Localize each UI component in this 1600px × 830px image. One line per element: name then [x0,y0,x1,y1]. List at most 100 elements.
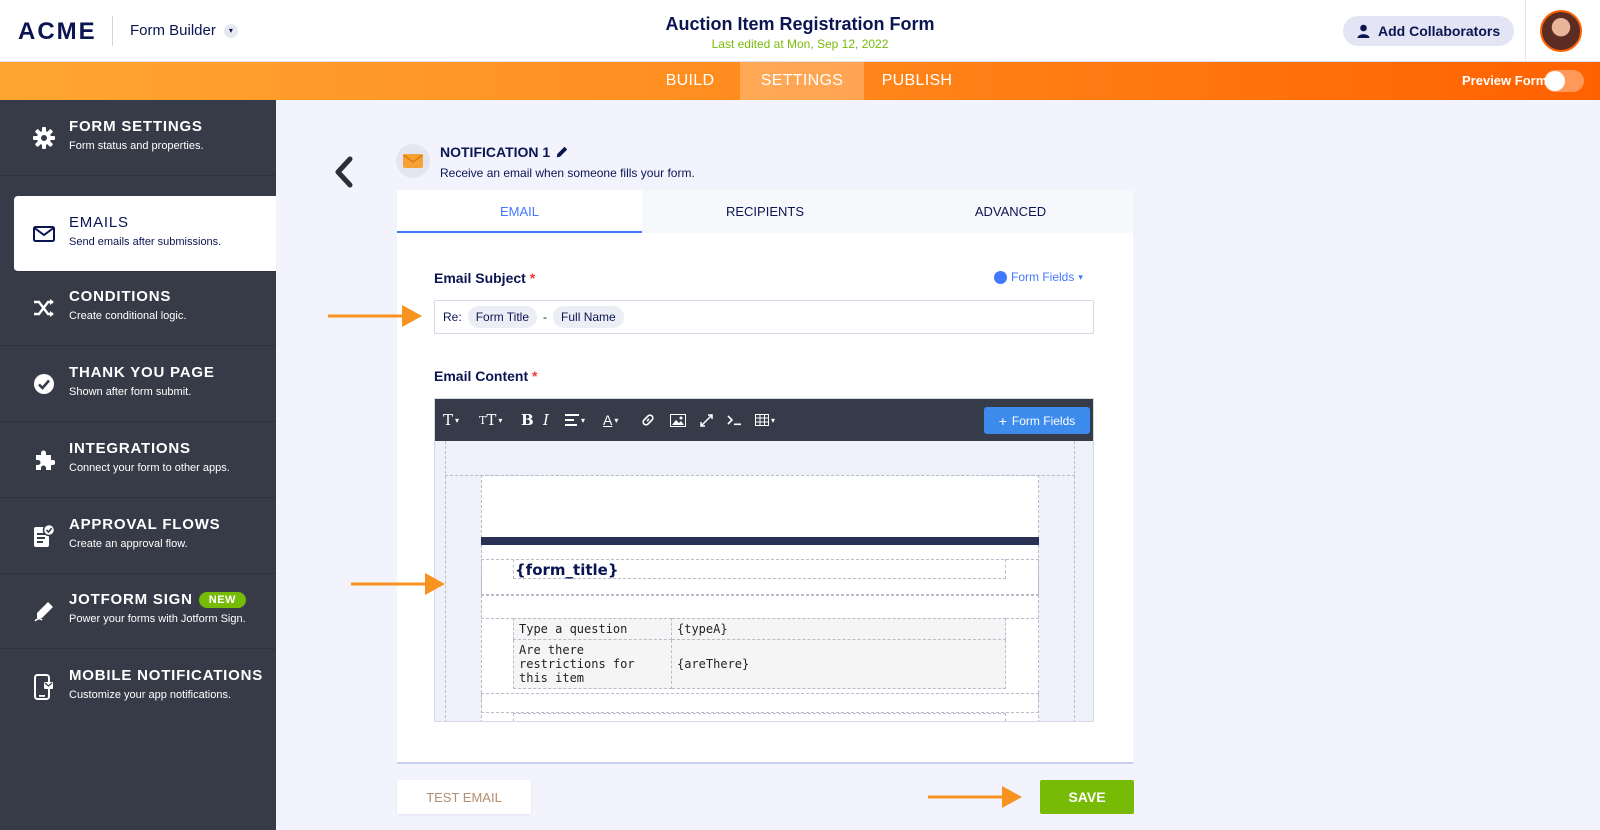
notification-icon [396,144,430,178]
answer-cell[interactable]: {typeA} [671,618,1006,640]
italic-button[interactable]: I [543,410,549,430]
annotation-arrow-icon [928,786,1022,808]
approval-icon [32,524,56,548]
bold-button[interactable]: B [521,410,534,430]
editor-form-fields-button[interactable]: + Form Fields [984,407,1090,434]
tab-recipients[interactable]: RECIPIENTS [642,190,888,233]
sidebar-item-title: EMAILS [69,214,129,231]
avatar-container [1525,0,1600,62]
mobile-icon [32,674,56,700]
image-button[interactable] [670,410,686,430]
form-fields-icon [994,270,1007,284]
nav-tab-settings[interactable]: SETTINGS [740,62,864,100]
table-row: Are there restrictions for this item {ar… [513,639,1006,689]
required-asterisk: * [532,368,538,384]
template-guide [481,693,1039,713]
subject-prefix: Re: [443,310,462,324]
submission-table[interactable]: Type a question {typeA} Are there restri… [513,618,1006,689]
expand-icon [700,413,713,427]
email-content-editor[interactable]: T ▾ T T ▾ B I ▾ A ▾ ▾ + Form Fields {for… [434,398,1094,722]
sidebar-item-conditions[interactable]: CONDITIONS Create conditional logic. [0,270,276,346]
subject-form-fields-dropdown[interactable]: Form Fields ▾ [994,270,1083,284]
subject-tag-full-name[interactable]: Full Name [553,306,624,328]
notification-title[interactable]: NOTIFICATION 1 [440,144,568,160]
sidebar-item-subtitle: Customize your app notifications. [69,689,232,701]
table-button[interactable]: ▾ [755,410,775,430]
align-button[interactable]: ▾ [565,410,585,430]
sidebar-item-title: APPROVAL FLOWS [69,516,221,533]
sidebar-item-form-settings[interactable]: FORM SETTINGS Form status and properties… [0,100,276,176]
add-collaborators-button[interactable]: Add Collaborators [1343,16,1515,46]
user-icon [1357,24,1370,38]
envelope-icon [403,154,423,168]
settings-sidebar: FORM SETTINGS Form status and properties… [0,100,276,830]
subject-separator: - [543,310,548,324]
pencil-icon[interactable] [556,146,568,158]
check-circle-icon [32,372,56,396]
sidebar-item-integrations[interactable]: INTEGRATIONS Connect your form to other … [0,422,276,498]
sidebar-item-subtitle: Connect your form to other apps. [69,462,230,474]
text-color-button[interactable]: A ▾ [603,410,618,430]
template-header-bar [481,537,1039,545]
sidebar-item-title: FORM SETTINGS [69,118,203,135]
email-subject-input[interactable]: Re: Form Title - Full Name [434,300,1094,334]
email-tabs: EMAIL RECIPIENTS ADVANCED [397,190,1133,233]
sidebar-item-jotform-sign[interactable]: JOTFORM SIGN NEW Power your forms with Jo… [0,573,276,649]
sidebar-item-emails[interactable]: EMAILS Send emails after submissions. [14,196,276,272]
text-style-button[interactable]: T ▾ [443,410,459,430]
code-button[interactable] [727,410,742,430]
tab-email[interactable]: EMAIL [397,190,642,233]
sidebar-item-title: CONDITIONS [69,288,172,305]
template-guide [513,713,1006,721]
chevron-left-icon [335,156,353,188]
editor-toolbar: T ▾ T T ▾ B I ▾ A ▾ ▾ + Form Fields [435,399,1093,441]
image-icon [670,413,686,427]
nav-tab-build[interactable]: BUILD [640,62,740,100]
avatar[interactable] [1540,10,1582,52]
fullscreen-button[interactable] [700,410,713,430]
plus-icon: + [998,412,1007,429]
sidebar-item-title: JOTFORM SIGN NEW [69,591,246,608]
sidebar-item-mobile-notifications[interactable]: MOBILE NOTIFICATIONS Customize your app … [0,649,276,725]
email-settings-card: EMAIL RECIPIENTS ADVANCED Email Subject … [397,190,1133,764]
nav-tab-publish[interactable]: PUBLISH [864,62,970,100]
sidebar-item-title: INTEGRATIONS [69,440,191,457]
question-cell[interactable]: Are there restrictions for this item [513,639,672,689]
link-icon [642,414,654,426]
builder-nav: BUILD SETTINGS PUBLISH Preview Form [0,62,1600,100]
sidebar-item-subtitle: Send emails after submissions. [69,236,222,248]
back-button[interactable] [332,155,356,189]
annotation-arrow-icon [328,305,422,327]
preview-form-toggle[interactable] [1544,70,1584,92]
editor-form-fields-label: Form Fields [1011,413,1076,428]
link-button[interactable] [641,410,655,430]
form-fields-link-label: Form Fields [1011,270,1075,284]
annotation-arrow-icon [351,573,445,595]
answer-cell[interactable]: {areThere} [671,639,1006,689]
puzzle-icon [32,448,56,472]
test-email-button[interactable]: TEST EMAIL [397,780,531,814]
sidebar-item-subtitle: Power your forms with Jotform Sign. [69,613,246,625]
template-guide [481,595,1039,619]
sidebar-item-approval-flows[interactable]: APPROVAL FLOWS Create an approval flow. [0,498,276,574]
table-row: Type a question {typeA} [513,618,1006,640]
sidebar-item-subtitle: Create an approval flow. [69,538,188,550]
tab-advanced[interactable]: ADVANCED [888,190,1133,233]
sidebar-item-title: THANK YOU PAGE [69,364,215,381]
notification-title-text: NOTIFICATION 1 [440,144,551,160]
subject-tag-form-title[interactable]: Form Title [467,306,538,328]
email-content-label: Email Content * [434,368,537,384]
preview-form-label: Preview Form [1462,73,1548,88]
form-title-placeholder[interactable]: {form_title} [515,561,619,579]
gear-icon [32,126,56,150]
table-icon [755,414,769,426]
font-size-button[interactable]: T T ▾ [479,410,502,430]
sidebar-item-thank-you-page[interactable]: THANK YOU PAGE Shown after form submit. [0,346,276,422]
shuffle-icon [32,296,56,320]
sidebar-item-subtitle: Shown after form submit. [69,386,192,398]
align-left-icon [565,414,579,426]
sidebar-item-title: MOBILE NOTIFICATIONS [69,667,264,684]
email-subject-label-text: Email Subject [434,270,526,286]
save-button[interactable]: SAVE [1040,780,1134,814]
question-cell[interactable]: Type a question [513,618,672,640]
